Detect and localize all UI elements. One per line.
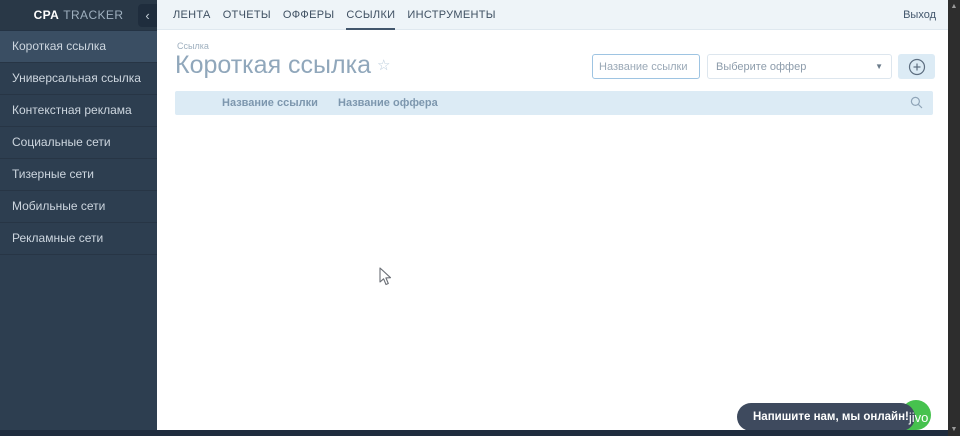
vertical-scrollbar[interactable]: ▲ ▼ (948, 0, 960, 436)
offer-select-dropdown[interactable]: Выберите оффер ▼ (707, 54, 892, 79)
sidebar-collapse-button[interactable]: ‹ (138, 4, 157, 27)
favorite-star-icon[interactable]: ☆ (377, 57, 390, 74)
sidebar-item-context-ads[interactable]: Контекстная реклама (0, 95, 157, 127)
sidebar-item-teaser-networks[interactable]: Тизерные сети (0, 159, 157, 191)
tab-ssylki[interactable]: ССЫЛКИ (346, 0, 396, 30)
breadcrumb: Ссылка (177, 41, 209, 51)
table-search-icon[interactable] (910, 96, 923, 114)
logo-text-cpa: CPA (33, 8, 60, 22)
sidebar-item-short-link[interactable]: Короткая ссылка (0, 31, 157, 63)
chat-open-button[interactable]: Напишите нам, мы онлайн! jivo (737, 403, 928, 431)
add-link-button[interactable] (898, 54, 935, 79)
sidebar-menu: Короткая ссылка Универсальная ссылка Кон… (0, 31, 157, 255)
sidebar: CPA TRACKER ‹ Короткая ссылка Универсальн… (0, 0, 157, 430)
sidebar-item-universal-link[interactable]: Универсальная ссылка (0, 63, 157, 95)
tab-offery[interactable]: ОФФЕРЫ (283, 0, 335, 30)
sidebar-item-social-networks[interactable]: Социальные сети (0, 127, 157, 159)
column-header-link-name[interactable]: Название ссылки (222, 91, 318, 115)
page-title: Короткая ссылка ☆ (175, 51, 390, 80)
sidebar-item-mobile-networks[interactable]: Мобильные сети (0, 191, 157, 223)
page-title-text: Короткая ссылка (175, 51, 371, 79)
offer-select-value: Выберите оффер (716, 60, 807, 73)
chevron-down-icon: ▼ (875, 62, 883, 71)
app-logo: CPA TRACKER (34, 8, 124, 22)
top-navigation: ЛЕНТА ОТЧЕТЫ ОФФЕРЫ ССЫЛКИ ИНСТРУМЕНТЫ В… (157, 0, 948, 30)
app-window: CPA TRACKER ‹ Короткая ссылка Универсальн… (0, 0, 960, 436)
tab-instrumenty[interactable]: ИНСТРУМЕНТЫ (407, 0, 495, 30)
logout-link[interactable]: Выход (903, 9, 936, 21)
jivo-brand-logo: jivo (908, 409, 929, 425)
links-table-header: Название ссылки Название оффера (175, 91, 933, 115)
column-header-offer-name[interactable]: Название оффера (338, 91, 438, 115)
sidebar-header: CPA TRACKER ‹ (0, 0, 157, 31)
plus-circle-icon (908, 58, 925, 75)
scroll-up-arrow-icon[interactable]: ▲ (948, 3, 960, 10)
chevron-left-icon: ‹ (145, 8, 150, 23)
sidebar-item-ad-networks[interactable]: Рекламные сети (0, 223, 157, 255)
scroll-down-arrow-icon[interactable]: ▼ (948, 426, 960, 433)
chat-message: Напишите нам, мы онлайн! (753, 411, 909, 423)
logo-text-tracker: TRACKER (63, 8, 124, 22)
link-name-input[interactable] (592, 54, 700, 79)
horizontal-scrollbar-track[interactable] (0, 430, 948, 436)
main-content: Ссылка Короткая ссылка ☆ Выберите оффер ▼… (157, 30, 948, 430)
chat-widget: Напишите нам, мы онлайн! jivo (737, 400, 931, 431)
tab-lenta[interactable]: ЛЕНТА (173, 0, 211, 30)
tab-otchety[interactable]: ОТЧЕТЫ (223, 0, 271, 30)
